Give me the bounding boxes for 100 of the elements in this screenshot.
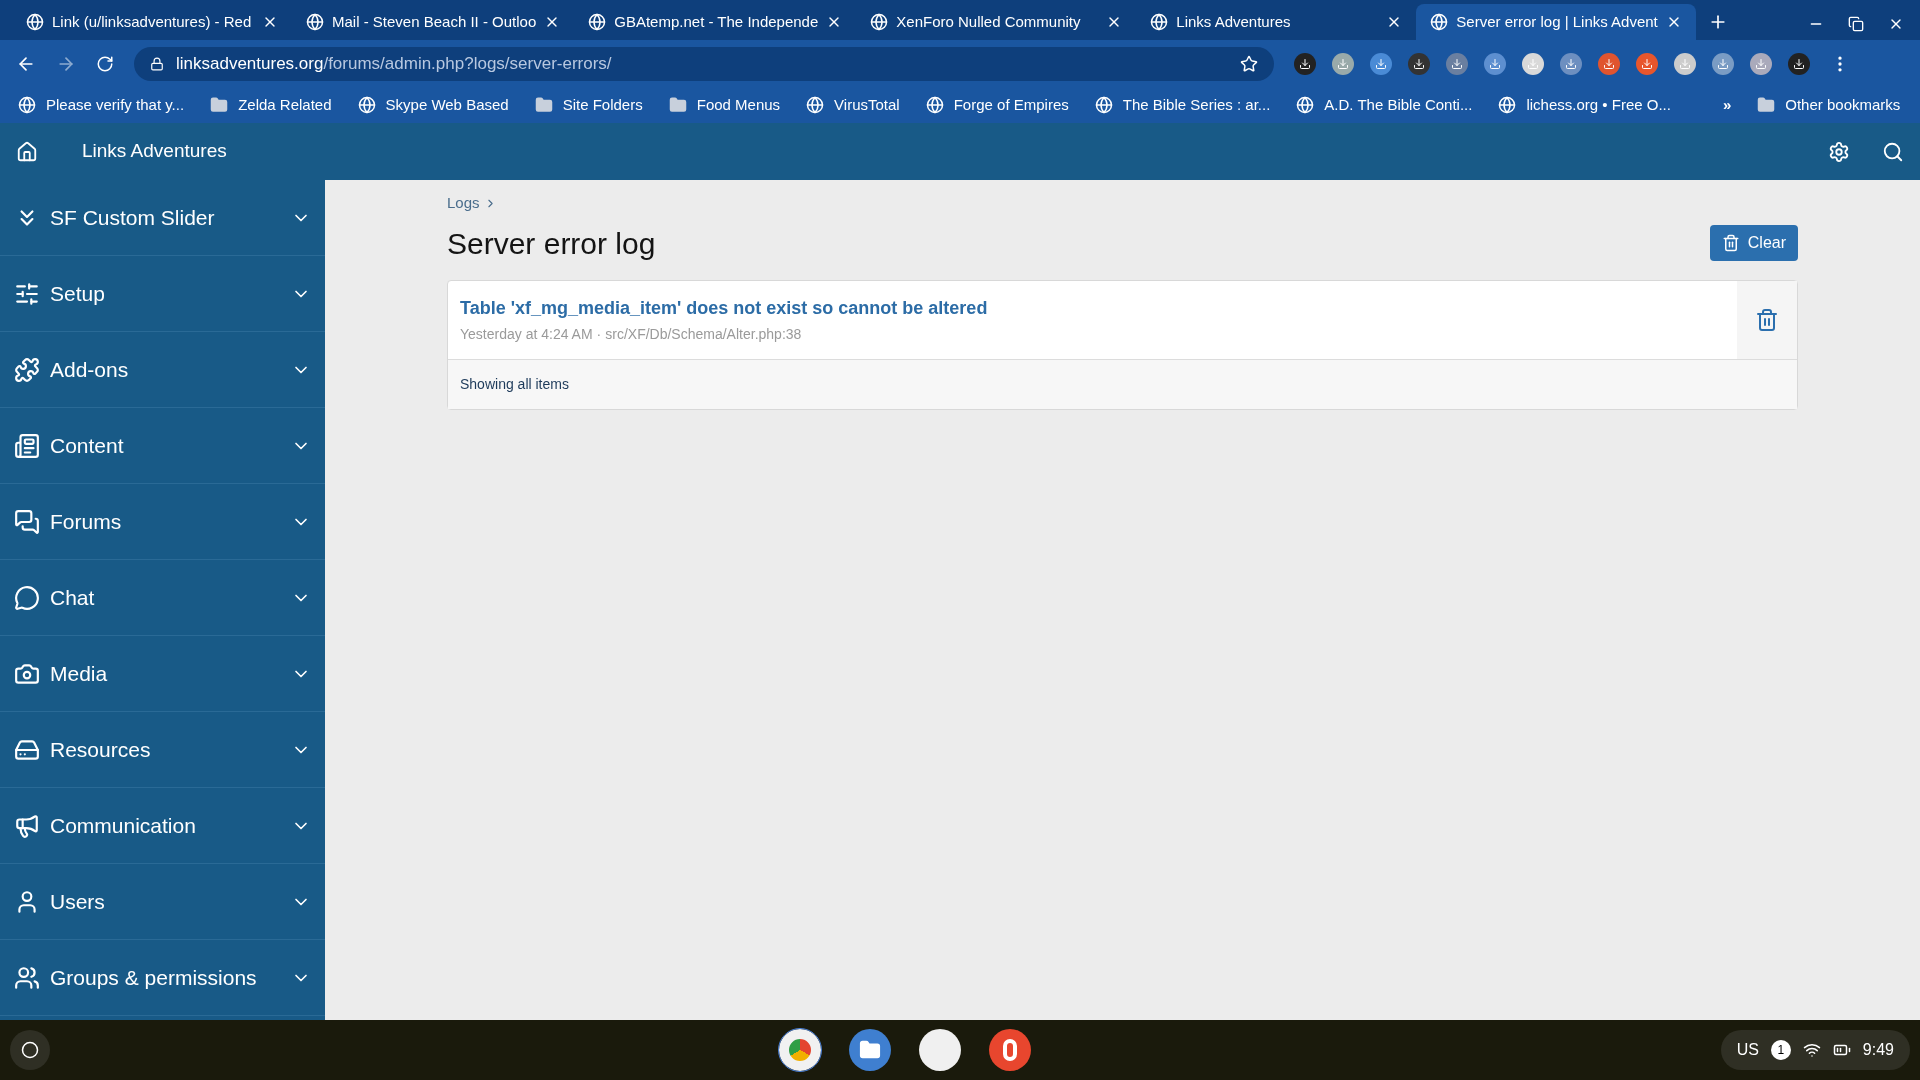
bookmark[interactable]: Skype Web Based [357,93,509,117]
error-message[interactable]: Table 'xf_mg_media_item' does not exist so cannot be altered [460,294,1725,322]
status-tray[interactable]: US 1 9:49 [1720,1030,1910,1070]
extension-icon[interactable] [1370,52,1392,75]
search-icon[interactable] [1882,140,1904,163]
folder-icon [534,96,553,114]
extension-icon[interactable] [1674,52,1696,75]
browser-tab[interactable]: Links Adventures [1136,4,1417,40]
browser-tab[interactable]: GBAtemp.net - The Independe [574,4,857,40]
app-icon[interactable] [919,1029,962,1071]
reload-icon[interactable] [96,54,114,73]
site-icon [1150,13,1169,31]
sidebar-item[interactable]: Communication [0,788,325,864]
bookmark[interactable]: Food Menus [668,93,781,117]
folder-icon [668,96,687,114]
extension-icon[interactable] [1484,52,1506,75]
browser-tab[interactable]: Mail - Steven Beach II - Outloo [292,4,575,40]
sidebar-item[interactable]: SF Custom Slider [0,180,325,256]
browser-tab[interactable]: Link (u/linksadventures) - Red [12,4,292,40]
site-icon [26,13,44,31]
extension-icon[interactable] [1712,52,1734,75]
globe-icon [1498,96,1517,114]
opera-app-icon[interactable] [989,1029,1032,1071]
bookmark[interactable]: Zelda Related [210,93,332,117]
address-bar[interactable]: linksadventures.org/forums/admin.php?logs/server-errors/ [134,46,1274,81]
sidebar-item[interactable]: Chat [0,560,325,636]
sidebar-item[interactable]: Content [0,408,325,484]
error-time: Yesterday at 4:24 AM [460,324,593,344]
breadcrumb-link[interactable]: Logs [447,192,480,215]
launcher-button[interactable] [10,1030,50,1070]
bookmark[interactable]: lichess.org • Free O... [1498,93,1671,117]
browser-app-icon[interactable] [779,1029,822,1071]
bookmark[interactable]: VirusTotal [806,93,900,117]
site-icon [306,13,324,31]
bookmark[interactable]: Forge of Empires [925,93,1069,117]
globe-icon [1094,96,1113,114]
folder-icon [1757,96,1776,114]
site-icon [1430,13,1449,31]
tab-title: GBAtemp.net - The Independe [614,11,819,32]
users-icon [14,964,40,991]
bookmark[interactable]: Site Folders [534,93,643,117]
site-title[interactable]: Links Adventures [82,137,227,166]
sidebar-item[interactable]: Users [0,864,325,940]
sidebar-item[interactable]: Add-ons [0,332,325,408]
notification-count: 1 [1770,1040,1791,1060]
bookmark[interactable]: The Bible Series : ar... [1094,93,1271,117]
megaphone-icon [14,812,40,839]
sidebar-item[interactable]: Media [0,636,325,712]
extension-icon[interactable] [1750,52,1772,75]
extension-icon[interactable] [1332,52,1354,75]
tab-title: Link (u/linksadventures) - Red [52,11,253,32]
circle-icon [21,1041,39,1059]
sliders-icon [14,280,40,307]
extension-icon[interactable] [1522,52,1544,75]
extension-icon[interactable] [1598,52,1620,75]
files-app-icon[interactable] [849,1029,892,1071]
chat-bubbles-icon [14,508,40,535]
folder-icon [210,96,229,114]
star-icon[interactable] [1240,54,1258,73]
sidebar-item[interactable]: Setup [0,256,325,332]
separator-dot: · [596,324,602,344]
browser-tab[interactable]: XenForo Nulled Community [856,4,1137,40]
trash-icon [1721,234,1740,252]
home-icon[interactable] [16,140,38,163]
globe-icon [18,96,36,114]
bookmark[interactable]: Please verify that y... [18,93,185,117]
wifi-icon [1802,1041,1821,1059]
clear-button[interactable]: Clear [1709,225,1798,261]
extension-icon[interactable] [1560,52,1582,75]
error-location: src/XF/Db/Schema/Alter.php:38 [605,324,802,344]
restore-icon[interactable] [1848,16,1864,32]
list-footer: Showing all items [448,359,1797,409]
locale-label: US [1736,1040,1759,1060]
puzzle-icon [14,356,40,383]
overflow-chevrons[interactable]: » [1722,93,1732,117]
extension-icon[interactable] [1636,52,1658,75]
globe-icon [806,96,825,114]
settings-icon[interactable] [1828,140,1850,163]
extension-icon[interactable] [1788,52,1810,75]
site-icon [588,13,607,31]
delete-button[interactable] [1737,280,1797,359]
bookmark[interactable]: Other bookmarks [1757,93,1901,117]
url-text: linksadventures.org/forums/admin.php?logs/server-errors/ [176,52,612,75]
sidebar-item[interactable]: Forums [0,484,325,560]
sidebar-item[interactable]: Groups & permissions [0,940,325,1016]
bookmark[interactable]: A.D. The Bible Conti... [1296,93,1473,117]
lock-icon [150,56,164,71]
extension-icon[interactable] [1294,52,1316,75]
globe-icon [1296,96,1315,114]
trash-icon [1755,307,1779,332]
globe-icon [925,96,944,114]
browser-tab[interactable]: Server error log | Links Advent [1416,4,1697,40]
extension-icon[interactable] [1408,52,1430,75]
extension-icon[interactable] [1446,52,1468,75]
site-icon [870,13,889,31]
clock-time: 9:49 [1862,1040,1894,1060]
globe-icon [357,96,376,114]
tab-title: Server error log | Links Advent [1456,11,1659,32]
sidebar-item[interactable]: Resources [0,712,325,788]
tab-title: Mail - Steven Beach II - Outloo [332,11,537,32]
